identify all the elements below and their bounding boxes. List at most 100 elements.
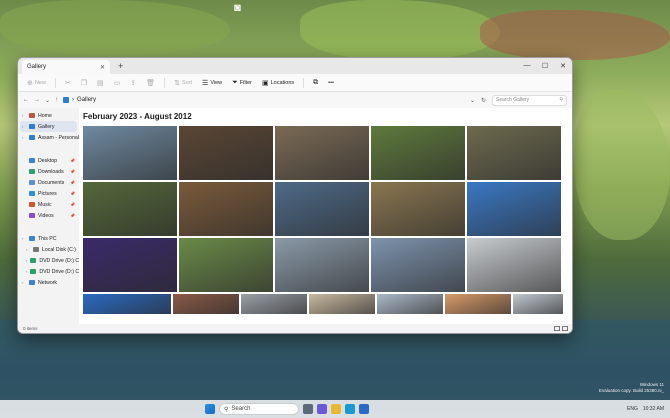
sidebar-item[interactable]: Pictures 📌 <box>18 188 79 199</box>
file-explorer-icon[interactable] <box>331 404 341 414</box>
new-button[interactable]: ⊕ New <box>24 79 49 87</box>
maximize-button[interactable]: ☐ <box>536 62 554 70</box>
cut-button[interactable]: ✂ <box>62 79 74 87</box>
sidebar-item[interactable]: › Local Disk (C:) <box>18 244 79 255</box>
item-count: 0 items <box>23 326 38 331</box>
minimize-button[interactable]: — <box>518 62 536 70</box>
desktop-icon <box>29 158 35 163</box>
store-icon[interactable] <box>359 404 369 414</box>
sidebar-item[interactable]: Videos 📌 <box>18 210 79 221</box>
language-indicator[interactable]: ENG <box>627 406 638 412</box>
paste-button[interactable]: ▤ <box>94 79 107 87</box>
delete-button[interactable]: 🗑 <box>143 79 158 87</box>
photo-thumbnail[interactable] <box>445 294 511 314</box>
chevron-right-icon[interactable]: › <box>22 135 26 140</box>
sort-button[interactable]: ⇅ Sort <box>171 79 195 87</box>
forward-arrow-icon[interactable]: → <box>34 97 40 103</box>
breadcrumb[interactable]: › Gallery <box>63 97 96 103</box>
close-icon[interactable]: ✕ <box>100 64 105 71</box>
sidebar-item-label: Gallery <box>38 123 55 130</box>
chevron-right-icon[interactable]: › <box>26 269 27 274</box>
clock[interactable]: 10:32 AM <box>643 406 664 412</box>
sidebar-item[interactable]: › Gallery <box>20 121 77 132</box>
watermark-line: Evaluation copy. Build 25380.ni_ <box>599 387 664 393</box>
chevron-right-icon[interactable]: › <box>22 113 26 118</box>
close-button[interactable]: ✕ <box>554 62 572 70</box>
sidebar-item[interactable]: Documents 📌 <box>18 177 79 188</box>
photo-thumbnail[interactable] <box>173 294 239 314</box>
photo-thumbnail[interactable] <box>467 126 561 180</box>
sidebar-item[interactable]: › DVD Drive (D:) CC <box>18 255 79 266</box>
chevron-down-icon[interactable]: ⌄ <box>470 97 475 104</box>
back-arrow-icon[interactable]: ← <box>23 97 29 103</box>
details-view-icon[interactable] <box>554 326 560 331</box>
share-button[interactable]: ⇪ <box>127 79 139 87</box>
chevron-right-icon[interactable]: › <box>26 258 27 263</box>
more-button[interactable]: ••• <box>325 80 337 86</box>
wallpaper-field <box>480 10 670 60</box>
edge-icon[interactable] <box>345 404 355 414</box>
photo-thumbnail[interactable] <box>513 294 563 314</box>
copy-button[interactable]: ❐ <box>78 79 90 87</box>
trash-icon: 🗑 <box>146 79 156 87</box>
sidebar-item[interactable]: › Network <box>18 277 79 288</box>
taskbar-search-label: Search <box>231 406 251 412</box>
search-icon: ⚲ <box>224 406 229 413</box>
sidebar-item[interactable]: › DVD Drive (D:) CCC <box>18 266 79 277</box>
photo-thumbnail[interactable] <box>371 126 465 180</box>
photo-thumbnail[interactable] <box>179 238 273 292</box>
photo-thumbnail[interactable] <box>467 238 561 292</box>
photo-thumbnail[interactable] <box>309 294 375 314</box>
view-button[interactable]: ☰ View <box>199 79 225 87</box>
sidebar-item[interactable]: Desktop 📌 <box>18 155 79 166</box>
filter-button[interactable]: ⏷ Filter <box>229 79 255 87</box>
photo-thumbnail[interactable] <box>275 238 369 292</box>
tiles-view-icon[interactable] <box>562 326 568 331</box>
photo-thumbnail[interactable] <box>275 182 369 236</box>
locations-button[interactable]: ▣ Locations <box>259 79 297 87</box>
photo-thumbnail[interactable] <box>467 182 561 236</box>
chevron-right-icon[interactable]: › <box>22 124 26 129</box>
photo-thumbnail[interactable] <box>83 182 177 236</box>
photo-thumbnail[interactable] <box>275 126 369 180</box>
chat-icon[interactable] <box>317 404 327 414</box>
chevron-right-icon[interactable]: › <box>22 280 26 285</box>
photo-thumbnail[interactable] <box>371 238 465 292</box>
sidebar-item-label: Downloads <box>38 168 64 175</box>
sidebar-item-label: DVD Drive (D:) CCC <box>39 268 79 275</box>
sidebar-item-label: Pictures <box>38 190 57 197</box>
up-arrow-icon[interactable]: ↑ <box>55 97 58 103</box>
share-icon: ⇪ <box>130 79 137 87</box>
rename-icon: ▭ <box>113 79 121 87</box>
sidebar-item-label: Documents <box>38 179 65 186</box>
home-icon <box>29 113 35 118</box>
sidebar-item[interactable]: Music 📌 <box>18 199 79 210</box>
chevron-right-icon[interactable]: › <box>22 236 26 241</box>
photo-thumbnail[interactable] <box>241 294 307 314</box>
locations-icon: ▣ <box>261 79 269 87</box>
photo-thumbnail[interactable] <box>179 126 273 180</box>
slideshow-button[interactable]: ⧉ <box>310 79 321 87</box>
photo-thumbnail[interactable] <box>83 294 171 314</box>
chevron-right-icon[interactable]: › <box>26 247 30 252</box>
search-input[interactable]: Search Gallery ⚲ <box>492 94 567 106</box>
sidebar-item[interactable]: Downloads 📌 <box>18 166 79 177</box>
refresh-icon[interactable]: ↻ <box>481 97 486 104</box>
add-tab-button[interactable]: + <box>118 61 123 71</box>
tab-gallery[interactable]: Gallery ✕ <box>22 60 110 74</box>
widgets-icon[interactable] <box>303 404 313 414</box>
rename-button[interactable]: ▭ <box>111 79 124 87</box>
pin-icon: 📌 <box>70 158 75 163</box>
taskbar-search[interactable]: ⚲ Search <box>219 403 299 415</box>
start-icon[interactable] <box>205 404 215 414</box>
photo-thumbnail[interactable] <box>83 126 177 180</box>
sidebar-item[interactable]: › This PC <box>18 233 79 244</box>
taskbar-apps: ⚲ Search <box>205 403 369 415</box>
photo-thumbnail[interactable] <box>371 182 465 236</box>
photo-thumbnail[interactable] <box>83 238 177 292</box>
sidebar-item[interactable]: › Assam - Personal <box>18 132 79 143</box>
photo-thumbnail[interactable] <box>179 182 273 236</box>
down-arrow-icon[interactable]: ⌄ <box>45 97 50 104</box>
photo-thumbnail[interactable] <box>377 294 443 314</box>
sidebar-item[interactable]: › Home <box>18 110 79 121</box>
